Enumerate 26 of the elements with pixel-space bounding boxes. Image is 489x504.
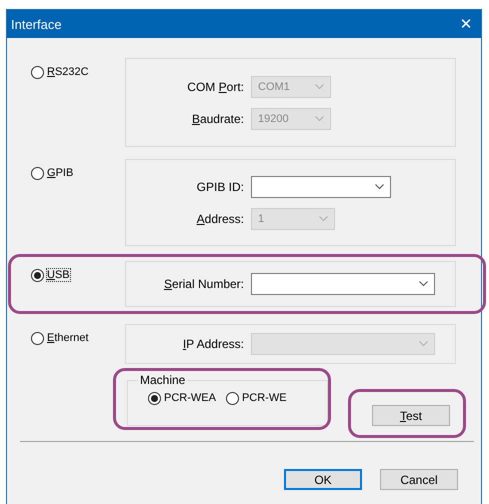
close-button[interactable]: ✕ bbox=[451, 10, 481, 38]
window-title: Interface bbox=[11, 16, 62, 32]
field-label: IP Address: bbox=[182, 337, 244, 351]
dropdown-field[interactable] bbox=[251, 176, 391, 198]
machine-radio[interactable]: PCR-WE bbox=[226, 392, 287, 405]
field-label: Baudrate: bbox=[190, 112, 244, 126]
chevron-icon bbox=[315, 84, 324, 90]
field-label: Address: bbox=[196, 212, 244, 226]
field-label: Serial Number: bbox=[162, 277, 244, 291]
chevron-icon bbox=[315, 116, 324, 122]
test-button[interactable]: Test bbox=[372, 405, 450, 426]
dropdown-field[interactable] bbox=[251, 273, 435, 295]
chevron-icon bbox=[375, 184, 384, 190]
interface-radio[interactable]: GPIB bbox=[7, 159, 125, 180]
chevron-icon bbox=[419, 341, 428, 347]
field-label: COM Port: bbox=[186, 80, 244, 94]
chevron-icon bbox=[319, 216, 328, 222]
interface-radio[interactable]: Ethernet bbox=[7, 324, 125, 345]
interface-radio[interactable]: RS232C bbox=[7, 58, 125, 79]
field-label: GPIB ID: bbox=[196, 180, 244, 194]
chevron-icon bbox=[419, 281, 428, 287]
interface-radio[interactable]: USB bbox=[7, 261, 125, 282]
machine-radio[interactable]: PCR-WEA bbox=[148, 392, 216, 405]
dialog-button[interactable]: OK bbox=[284, 469, 362, 490]
group-title: Machine bbox=[138, 373, 188, 387]
dialog-button[interactable]: Cancel bbox=[380, 469, 458, 490]
